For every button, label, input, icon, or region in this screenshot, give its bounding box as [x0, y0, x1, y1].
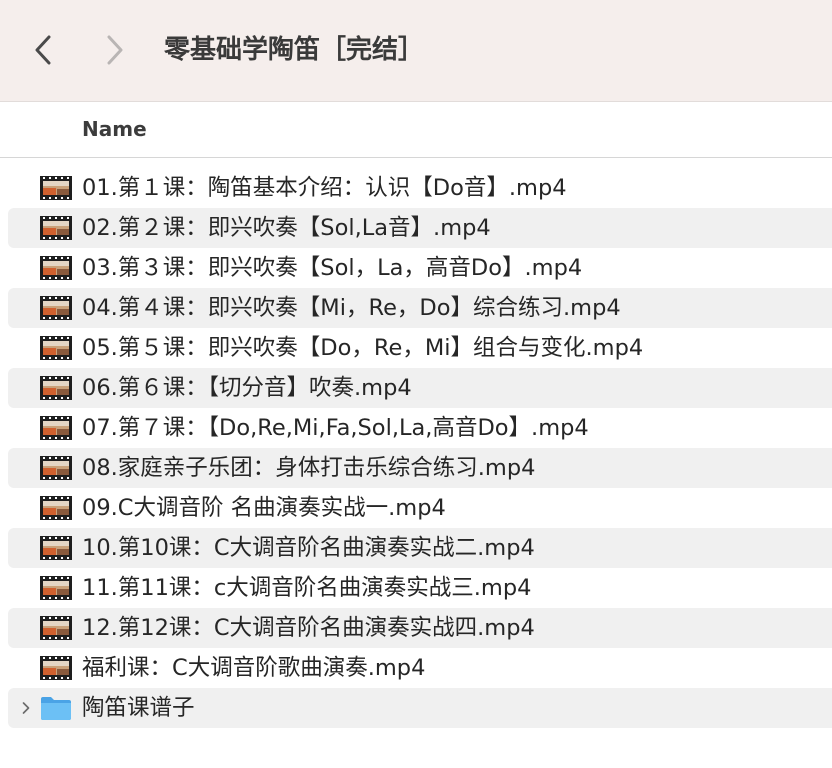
- file-row[interactable]: 福利课：C大调音阶歌曲演奏.mp4: [8, 648, 832, 688]
- file-name-label: 07.第７课：【Do,Re,Mi,Fa,Sol,La,高音Do】.mp4: [82, 415, 589, 441]
- video-file-icon: [40, 616, 72, 640]
- file-row[interactable]: 04.第４课：即兴吹奏【Mi，Re，Do】综合练习.mp4: [8, 288, 832, 328]
- file-name-label: 09.C大调音阶 名曲演奏实战一.mp4: [82, 495, 446, 521]
- video-file-icon: [40, 256, 72, 280]
- folder-row[interactable]: 陶笛课谱子: [8, 688, 832, 728]
- video-file-icon: [40, 656, 72, 680]
- folder-icon: [40, 695, 72, 720]
- file-name-label: 10.第10课：C大调音阶名曲演奏实战二.mp4: [82, 535, 535, 561]
- file-row[interactable]: 11.第11课：c大调音阶名曲演奏实战三.mp4: [8, 568, 832, 608]
- file-row[interactable]: 05.第５课：即兴吹奏【Do，Re，Mi】组合与变化.mp4: [8, 328, 832, 368]
- video-file-icon: [40, 336, 72, 360]
- file-row[interactable]: 03.第３课：即兴吹奏【Sol，La，高音Do】.mp4: [8, 248, 832, 288]
- file-name-label: 03.第３课：即兴吹奏【Sol，La，高音Do】.mp4: [82, 255, 583, 281]
- file-name-label: 福利课：C大调音阶歌曲演奏.mp4: [82, 655, 426, 681]
- video-file-icon: [40, 456, 72, 480]
- file-row[interactable]: 12.第12课：C大调音阶名曲演奏实战四.mp4: [8, 608, 832, 648]
- file-row[interactable]: 10.第10课：C大调音阶名曲演奏实战二.mp4: [8, 528, 832, 568]
- title-bar: 零基础学陶笛［完结］: [0, 0, 832, 102]
- window-title: 零基础学陶笛［完结］: [164, 35, 425, 65]
- video-file-icon: [40, 536, 72, 560]
- file-name-label: 12.第12课：C大调音阶名曲演奏实战四.mp4: [82, 615, 535, 641]
- video-file-icon: [40, 496, 72, 520]
- video-file-icon: [40, 576, 72, 600]
- video-file-icon: [40, 216, 72, 240]
- file-row[interactable]: 02.第２课：即兴吹奏【Sol,La音】.mp4: [8, 208, 832, 248]
- file-row[interactable]: 07.第７课：【Do,Re,Mi,Fa,Sol,La,高音Do】.mp4: [8, 408, 832, 448]
- video-file-icon: [40, 416, 72, 440]
- file-name-label: 陶笛课谱子: [82, 695, 195, 721]
- video-file-icon: [40, 176, 72, 200]
- back-button[interactable]: [28, 30, 58, 70]
- video-file-icon: [40, 296, 72, 320]
- finder-window: 零基础学陶笛［完结］ Name 01.第１课：陶笛基本介绍：认识【Do音】.mp…: [0, 0, 832, 768]
- chevron-left-icon: [35, 35, 51, 65]
- chevron-right-icon: [107, 35, 123, 65]
- file-list: 01.第１课：陶笛基本介绍：认识【Do音】.mp4 02.第２课：即兴吹奏【Sol…: [0, 168, 832, 728]
- disclosure-chevron-icon[interactable]: [16, 698, 36, 718]
- file-name-label: 05.第５课：即兴吹奏【Do，Re，Mi】组合与变化.mp4: [82, 335, 644, 361]
- file-name-label: 01.第１课：陶笛基本介绍：认识【Do音】.mp4: [82, 175, 567, 201]
- file-row[interactable]: 06.第６课：【切分音】吹奏.mp4: [8, 368, 832, 408]
- file-name-label: 04.第４课：即兴吹奏【Mi，Re，Do】综合练习.mp4: [82, 295, 621, 321]
- file-row[interactable]: 08.家庭亲子乐团：身体打击乐综合练习.mp4: [8, 448, 832, 488]
- video-file-icon: [40, 376, 72, 400]
- file-row[interactable]: 09.C大调音阶 名曲演奏实战一.mp4: [8, 488, 832, 528]
- name-column-header[interactable]: Name: [82, 102, 147, 156]
- forward-button[interactable]: [100, 30, 130, 70]
- file-name-label: 11.第11课：c大调音阶名曲演奏实战三.mp4: [82, 575, 532, 601]
- file-name-label: 02.第２课：即兴吹奏【Sol,La音】.mp4: [82, 215, 491, 241]
- file-name-label: 08.家庭亲子乐团：身体打击乐综合练习.mp4: [82, 455, 536, 481]
- column-header: Name: [0, 102, 832, 158]
- file-name-label: 06.第６课：【切分音】吹奏.mp4: [82, 375, 412, 401]
- file-row[interactable]: 01.第１课：陶笛基本介绍：认识【Do音】.mp4: [8, 168, 832, 208]
